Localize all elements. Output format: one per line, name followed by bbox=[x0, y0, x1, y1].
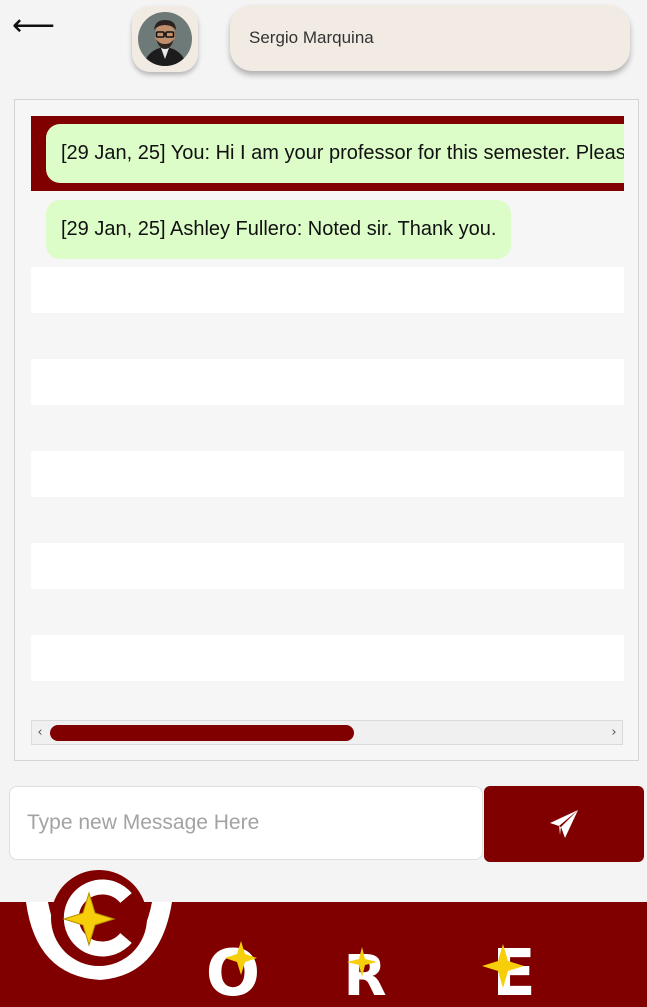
empty-message-row bbox=[31, 267, 624, 313]
scrollbar-thumb[interactable] bbox=[50, 725, 354, 741]
message-bubble[interactable]: [29 Jan, 25] You: Hi I am your professor… bbox=[46, 124, 624, 183]
send-button[interactable] bbox=[484, 786, 644, 862]
chat-panel: [29 Jan, 25] You: Hi I am your professor… bbox=[14, 99, 639, 761]
empty-message-row bbox=[31, 543, 624, 589]
message-bubble[interactable]: [29 Jan, 25] Ashley Fullero: Noted sir. … bbox=[46, 200, 512, 259]
avatar[interactable] bbox=[132, 6, 198, 72]
contact-name: Sergio Marquina bbox=[249, 28, 374, 47]
empty-message-row bbox=[31, 635, 624, 681]
contact-name-header: Sergio Marquina bbox=[230, 5, 630, 71]
paper-plane-icon bbox=[550, 810, 578, 838]
core-logo: O R E bbox=[26, 870, 536, 1007]
empty-message-row bbox=[31, 451, 624, 497]
scroll-right-arrow-icon[interactable]: › bbox=[606, 722, 622, 743]
empty-message-row bbox=[31, 359, 624, 405]
horizontal-scrollbar[interactable]: ‹ › bbox=[31, 720, 623, 745]
logo-letter: O bbox=[206, 937, 260, 1007]
logo-letter: R bbox=[343, 944, 386, 1007]
scroll-left-arrow-icon[interactable]: ‹ bbox=[32, 722, 48, 743]
back-arrow-icon[interactable]: ⟵ bbox=[12, 11, 55, 42]
profile-photo bbox=[138, 12, 192, 66]
message-list[interactable]: [29 Jan, 25] You: Hi I am your professor… bbox=[31, 116, 624, 716]
message-input[interactable] bbox=[9, 786, 483, 860]
